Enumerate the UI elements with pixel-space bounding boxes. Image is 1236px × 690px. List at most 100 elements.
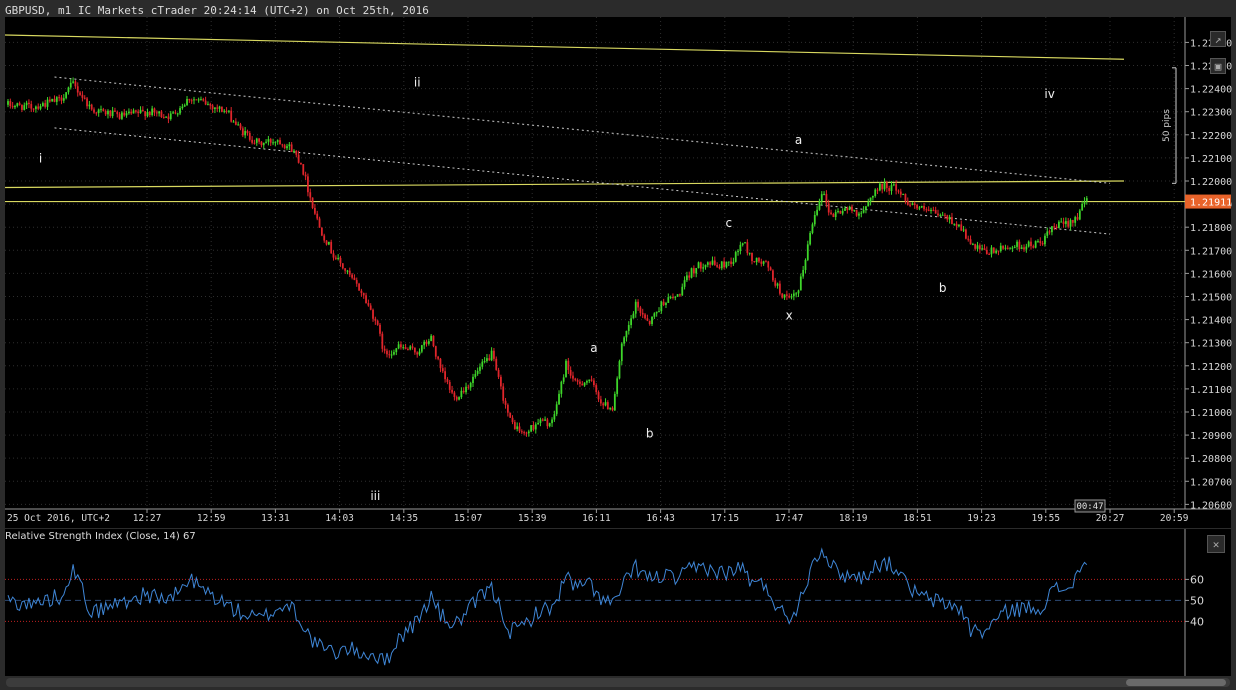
candle-body (820, 194, 823, 202)
candle-body (660, 301, 663, 312)
candle-body (434, 346, 437, 357)
candle-body (788, 295, 791, 298)
candle-body (709, 262, 712, 265)
candle-body (967, 238, 970, 240)
candle-body (906, 200, 909, 205)
candle-body (35, 106, 37, 109)
candle-body (916, 205, 918, 209)
candle-body (79, 92, 81, 95)
candle-body (348, 270, 351, 275)
candle-body (897, 190, 900, 192)
candle-body (1032, 246, 1035, 248)
candle-body (644, 314, 646, 319)
scrollbar-thumb[interactable] (1126, 679, 1226, 686)
candle-body (221, 106, 223, 112)
candle-body (658, 311, 660, 313)
candle-body (923, 205, 925, 210)
candle-body (102, 109, 105, 111)
camera-icon[interactable]: ▣ (1210, 58, 1226, 74)
candle-body (667, 297, 670, 303)
candle-body (581, 383, 584, 386)
candle-body (311, 197, 314, 208)
candle-body (909, 204, 911, 206)
candle-body (339, 257, 342, 264)
candle-body (479, 366, 481, 371)
candle-body (776, 283, 779, 286)
candle-body (939, 214, 942, 216)
candle-body (134, 110, 137, 112)
candle-body (190, 100, 193, 102)
candle-body (706, 262, 709, 265)
candle-body (318, 218, 321, 228)
candle-body (186, 98, 188, 106)
candle-body (1020, 247, 1023, 250)
candle-body (69, 82, 72, 88)
candle-body (167, 116, 170, 120)
candle-body (948, 217, 951, 220)
candle-body (727, 261, 730, 263)
candle-body (723, 261, 725, 268)
candle-body (146, 111, 149, 117)
candle-body (409, 346, 412, 350)
candle-body (718, 266, 721, 269)
candle-body (7, 101, 9, 105)
candle-body (207, 103, 209, 105)
candle-body (474, 373, 477, 377)
candle-body (978, 245, 981, 250)
candle-body (416, 352, 419, 355)
candle-body (407, 349, 409, 351)
candle-body (758, 257, 760, 262)
candle-body (655, 311, 658, 314)
candle-body (297, 154, 300, 163)
candle-body (746, 242, 749, 253)
candle-body (453, 392, 456, 397)
candle-body (839, 211, 842, 214)
price-chart[interactable]: iiiiiiivabcxab 1.226001.225001.224001.22… (0, 0, 1236, 528)
rsi-tick-label: 60 (1190, 573, 1204, 586)
rsi-tick-label: 50 (1190, 594, 1204, 607)
candle-body (988, 253, 991, 255)
candle-body (902, 193, 905, 195)
candle-body (481, 361, 484, 367)
candle-body (734, 252, 737, 262)
candle-body (195, 99, 198, 101)
candle-body (93, 109, 95, 113)
candle-body (281, 144, 284, 146)
candle-body (769, 267, 772, 271)
candle-body (123, 112, 126, 116)
candle-body (646, 318, 649, 321)
candle-body (992, 247, 995, 253)
candle-body (1081, 203, 1084, 211)
candle-body (214, 107, 216, 110)
candle-body (323, 235, 326, 241)
candle-body (869, 197, 872, 202)
expand-icon[interactable]: ↗ (1210, 31, 1226, 47)
candle-body (1030, 241, 1032, 247)
candle-body (818, 201, 821, 210)
candle-body (583, 382, 586, 386)
candle-body (974, 244, 977, 249)
candle-body (690, 268, 693, 278)
candle-body (695, 268, 698, 274)
candle-body (162, 117, 165, 119)
rsi-chart[interactable]: 60 50 40 (0, 528, 1236, 678)
candle-body (999, 245, 1002, 252)
y-tick-label: 1.22100 (1190, 154, 1232, 165)
candle-body (834, 212, 837, 217)
candle-body (223, 110, 226, 112)
candle-body (404, 347, 407, 350)
candle-body (704, 264, 707, 268)
horizontal-scrollbar[interactable] (6, 678, 1230, 687)
candle-body (567, 360, 570, 370)
wave-label: ii (414, 75, 421, 89)
candle-body (876, 189, 879, 191)
candle-body (785, 294, 788, 296)
y-tick-label: 1.20600 (1190, 500, 1232, 511)
candle-body (14, 105, 16, 108)
candle-body (504, 400, 507, 405)
candle-body (458, 397, 460, 400)
candle-body (597, 392, 600, 400)
candle-body (393, 352, 395, 355)
close-icon[interactable]: ✕ (1207, 535, 1225, 553)
candle-body (181, 106, 184, 109)
